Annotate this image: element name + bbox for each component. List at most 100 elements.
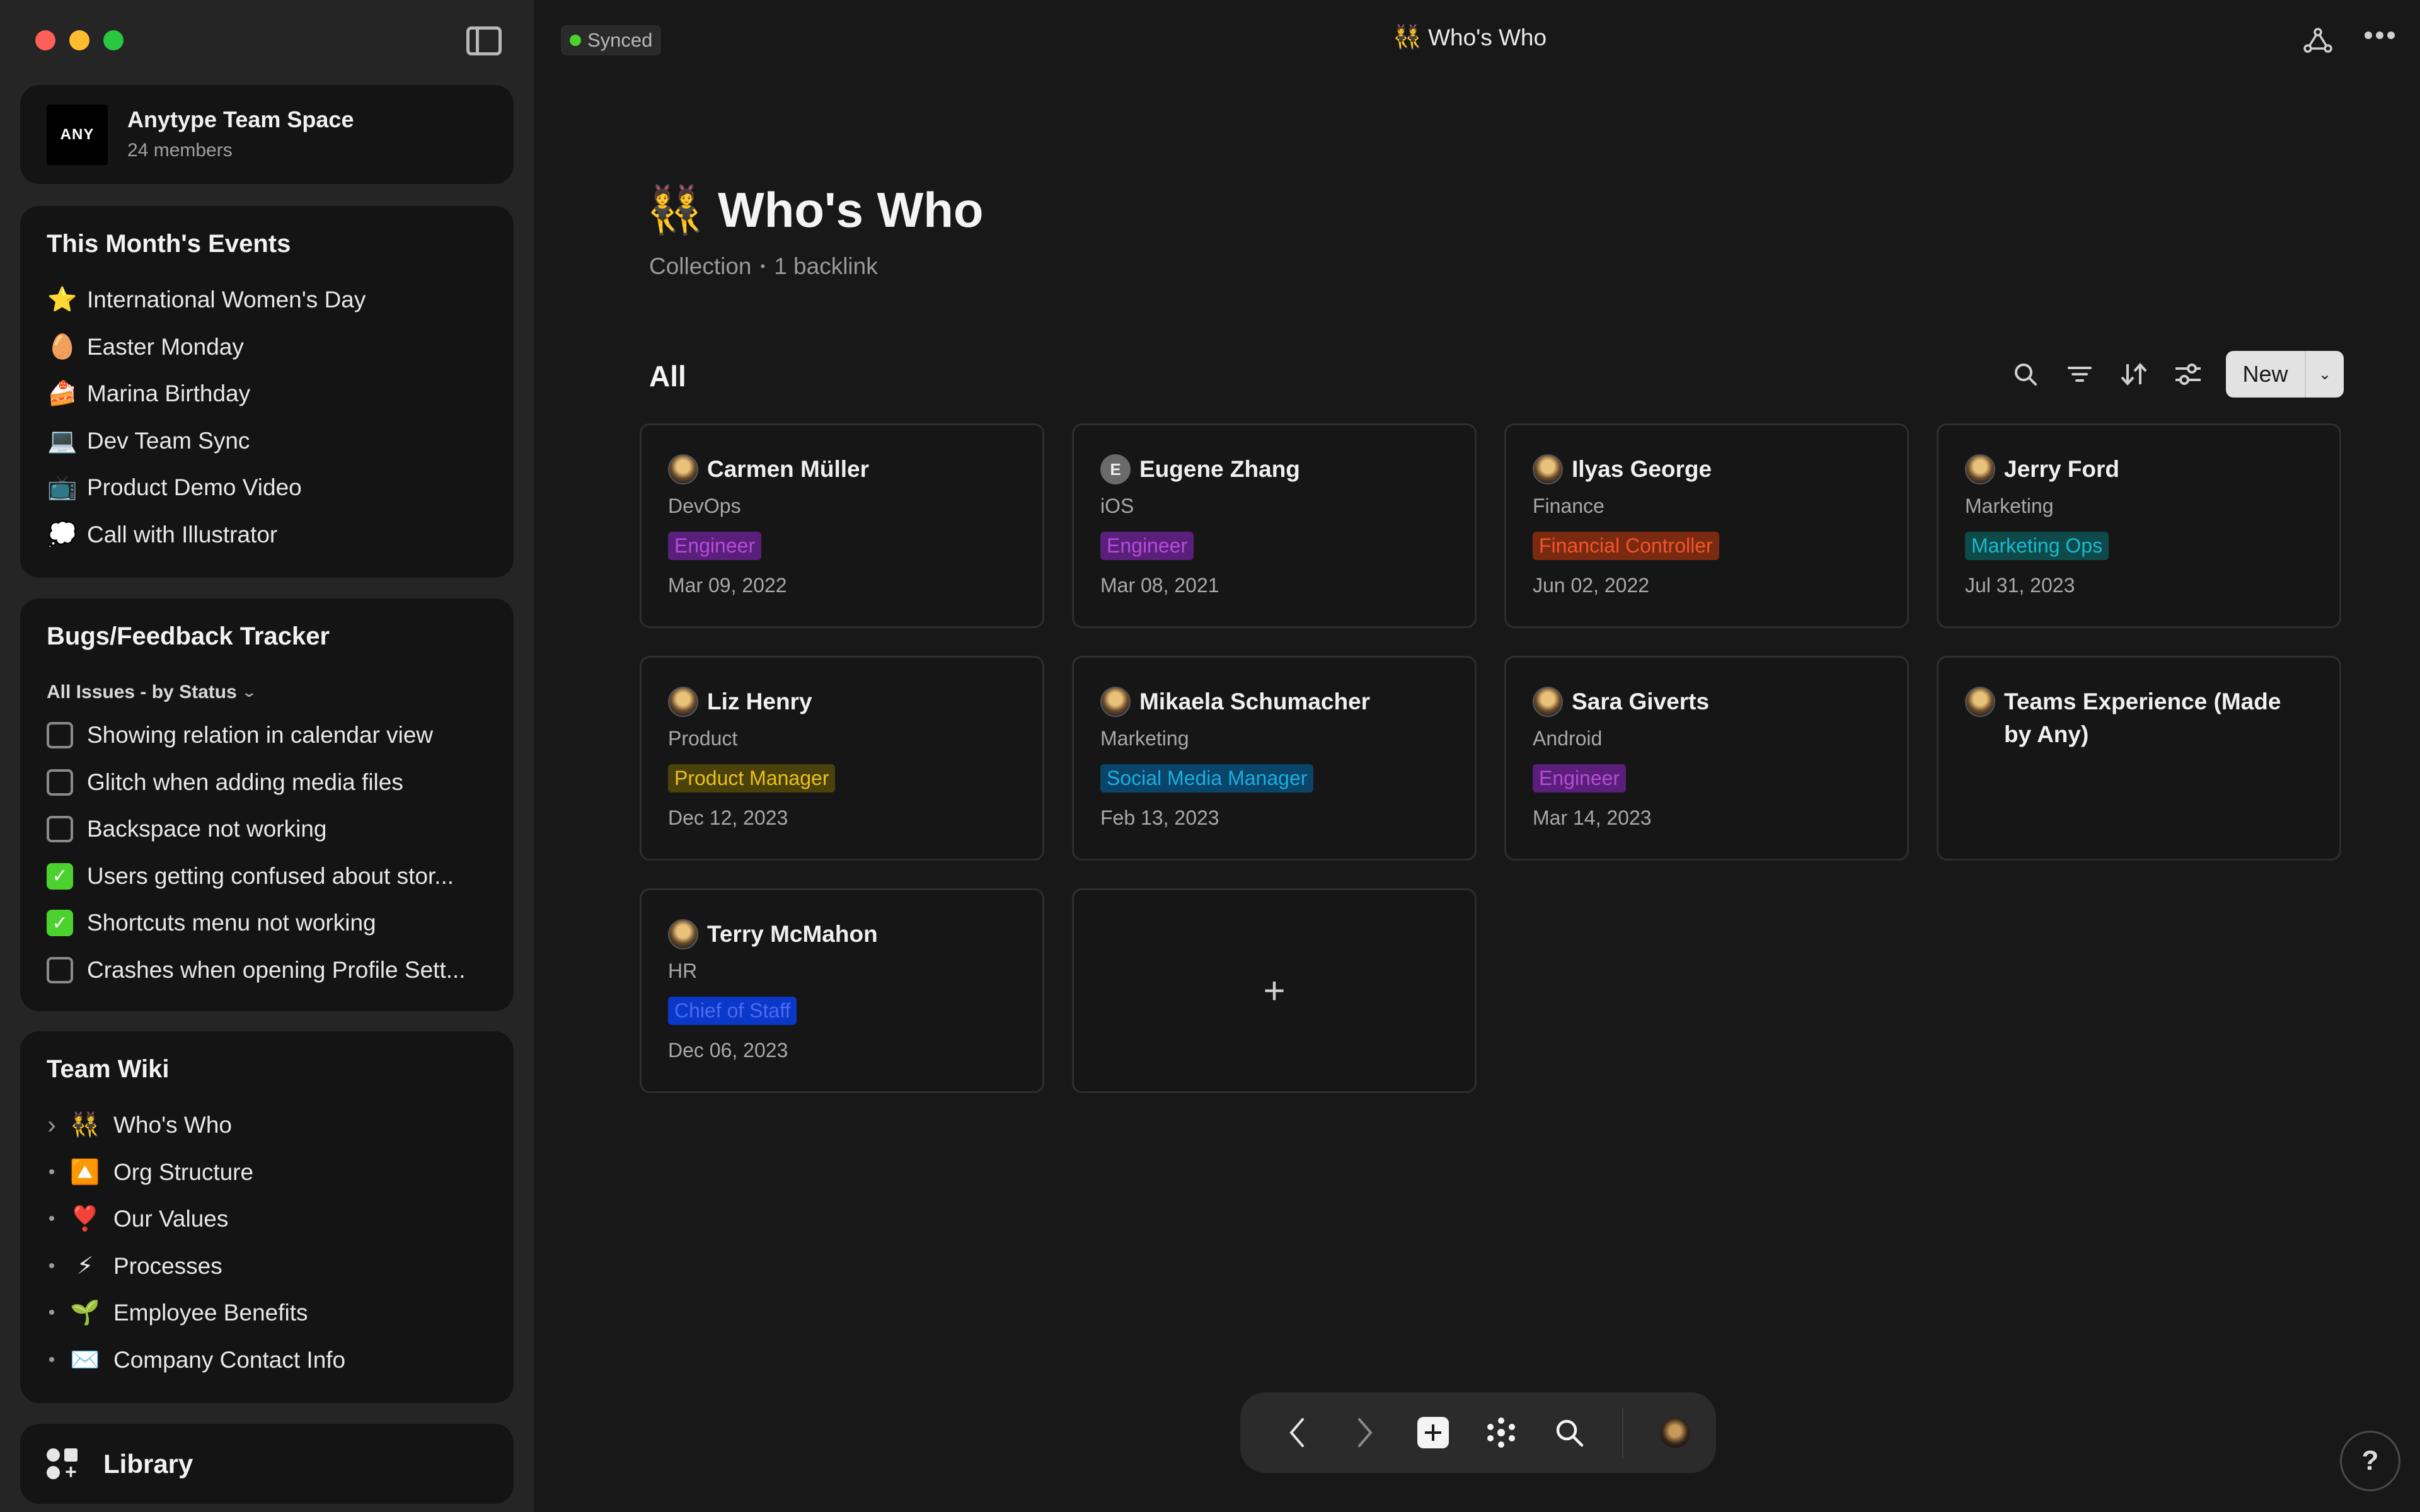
more-options-icon[interactable]: [2365, 32, 2395, 39]
object-type-label[interactable]: Collection: [649, 253, 751, 280]
event-item[interactable]: ⭐ International Women's Day: [47, 277, 495, 324]
space-logo: ANY: [47, 105, 108, 165]
card-name: Liz Henry: [707, 689, 812, 714]
search-button[interactable]: [2004, 351, 2047, 398]
graph-view-button[interactable]: [1482, 1414, 1520, 1452]
person-card[interactable]: Jerry Ford Marketing Marketing Ops Jul 31, …: [1937, 423, 2341, 628]
window-controls: [35, 30, 124, 50]
card-name: Mikaela Schumacher: [1139, 689, 1371, 714]
card-header: Carmen Müller: [668, 453, 1015, 486]
issue-item[interactable]: Backspace not working: [47, 806, 495, 853]
wiki-item[interactable]: • ✉️ Company Contact Info: [39, 1337, 495, 1384]
create-object-button[interactable]: [1414, 1414, 1452, 1452]
event-emoji-icon: 💭: [47, 521, 78, 548]
help-button[interactable]: ?: [2340, 1431, 2400, 1491]
plus-square-icon: [1417, 1417, 1449, 1448]
card-start-date: Dec 12, 2023: [668, 806, 788, 829]
role-tag: Social Media Manager: [1100, 764, 1314, 793]
new-button-dropdown-chevron-icon[interactable]: ⌄: [2306, 351, 2344, 398]
library-icon: +: [47, 1448, 78, 1482]
issue-label: Crashes when opening Profile Sett...: [87, 956, 466, 983]
card-header: Sara Giverts: [1533, 685, 1879, 718]
backlinks-label[interactable]: 1 backlink: [774, 253, 878, 280]
events-widget-title[interactable]: This Month's Events: [47, 230, 291, 258]
minimize-window-button[interactable]: [69, 30, 89, 50]
wiki-item[interactable]: • ❣️ Our Values: [39, 1196, 495, 1243]
checkbox-checked[interactable]: ✓: [47, 910, 73, 937]
avatar: [1965, 687, 1995, 717]
person-card[interactable]: Liz Henry Product Product Manager Dec 12, 2…: [640, 656, 1044, 861]
event-emoji-icon: 📺: [47, 474, 78, 501]
space-card[interactable]: ANY Anytype Team Space 24 members: [20, 85, 514, 184]
sort-icon: [2121, 363, 2147, 386]
checkbox-unchecked[interactable]: [47, 956, 73, 983]
event-item[interactable]: 🍰 Marina Birthday: [47, 370, 495, 418]
sort-button[interactable]: [2112, 351, 2155, 398]
card-department: Product: [668, 727, 738, 750]
card-name: Terry McMahon: [707, 921, 878, 947]
back-button[interactable]: [1278, 1414, 1316, 1452]
issue-item[interactable]: ✓ Shortcuts menu not working: [47, 900, 495, 947]
page-icon[interactable]: 👯: [646, 183, 704, 238]
profile-avatar[interactable]: [1660, 1418, 1690, 1448]
bugs-view-selector[interactable]: All Issues - by Status ⌄: [47, 682, 257, 703]
bottom-navigation: [1240, 1392, 1716, 1473]
space-members-count: 24 members: [127, 140, 233, 161]
library-button[interactable]: + Library: [20, 1424, 514, 1504]
wiki-item[interactable]: • 🔼 Org Structure: [39, 1149, 495, 1196]
bullet-icon: •: [48, 1255, 55, 1276]
issue-item[interactable]: Showing relation in calendar view: [47, 712, 495, 759]
person-card[interactable]: Teams Experience (Made by Any): [1937, 656, 2341, 861]
library-label: Library: [103, 1448, 193, 1479]
role-tag: Product Manager: [668, 764, 836, 793]
bugs-widget-title[interactable]: Bugs/Feedback Tracker: [47, 622, 330, 651]
issue-item[interactable]: Glitch when adding media files: [47, 759, 495, 806]
card-header: Jerry Ford: [1965, 453, 2312, 486]
graph-icon[interactable]: [2303, 28, 2332, 53]
checkbox-unchecked[interactable]: [47, 816, 73, 843]
sync-status-badge[interactable]: Synced: [561, 25, 662, 55]
role-tag: Marketing Ops: [1965, 532, 2109, 560]
person-card[interactable]: Terry McMahon HR Chief of Staff Dec 06, 202…: [640, 888, 1044, 1093]
person-card[interactable]: Sara Giverts Android Engineer Mar 14, 2023: [1504, 656, 1909, 861]
wiki-item[interactable]: › 👯 Who's Who: [39, 1102, 495, 1149]
checkbox-unchecked[interactable]: [47, 769, 73, 796]
event-item[interactable]: 📺 Product Demo Video: [47, 464, 495, 512]
person-card[interactable]: Carmen Müller DevOps Engineer Mar 09, 2022: [640, 423, 1044, 628]
avatar: [1100, 687, 1131, 717]
wiki-emoji-icon: ❣️: [70, 1206, 100, 1233]
card-header: Liz Henry: [668, 685, 1015, 718]
issue-item[interactable]: ✓ Users getting confused about stor...: [47, 853, 495, 900]
event-item[interactable]: 💭 Call with Illustrator: [47, 512, 495, 559]
wiki-widget-title[interactable]: Team Wiki: [47, 1055, 170, 1084]
event-emoji-icon: 🥚: [47, 333, 78, 360]
add-card-button[interactable]: +: [1072, 888, 1477, 1093]
event-item[interactable]: 💻 Dev Team Sync: [47, 418, 495, 465]
new-button-label[interactable]: New: [2226, 351, 2306, 398]
event-item[interactable]: 🥚 Easter Monday: [47, 324, 495, 371]
bugs-widget: Bugs/Feedback Tracker All Issues - by St…: [20, 598, 514, 1011]
person-card[interactable]: Mikaela Schumacher Marketing Social Media …: [1072, 656, 1477, 861]
person-card[interactable]: E Eugene Zhang iOS Engineer Mar 08, 2021: [1072, 423, 1477, 628]
issue-item[interactable]: Crashes when opening Profile Sett...: [47, 947, 495, 994]
wiki-item[interactable]: • 🌱 Employee Benefits: [39, 1290, 495, 1337]
page-title[interactable]: 👯 Who's Who: [646, 181, 984, 239]
page-title-text[interactable]: Who's Who: [718, 181, 983, 239]
card-department: Marketing: [1100, 727, 1189, 750]
wiki-label: Who's Who: [113, 1112, 232, 1138]
view-settings-button[interactable]: [2167, 351, 2210, 398]
close-window-button[interactable]: [35, 30, 55, 50]
plus-icon: +: [1263, 970, 1286, 1012]
global-search-button[interactable]: [1550, 1414, 1588, 1452]
view-tab-all[interactable]: All: [649, 359, 686, 393]
sync-status-dot: [570, 35, 581, 46]
chevron-right-icon[interactable]: ›: [39, 1111, 64, 1140]
filter-button[interactable]: [2058, 351, 2101, 398]
wiki-item[interactable]: • ⚡ Processes: [39, 1243, 495, 1290]
forward-button[interactable]: [1346, 1414, 1384, 1452]
checkbox-unchecked[interactable]: [47, 722, 73, 749]
maximize-window-button[interactable]: [103, 30, 124, 50]
sidebar-toggle-icon[interactable]: [466, 26, 502, 55]
person-card[interactable]: Ilyas George Finance Financial Controller J…: [1504, 423, 1909, 628]
checkbox-checked[interactable]: ✓: [47, 862, 73, 890]
